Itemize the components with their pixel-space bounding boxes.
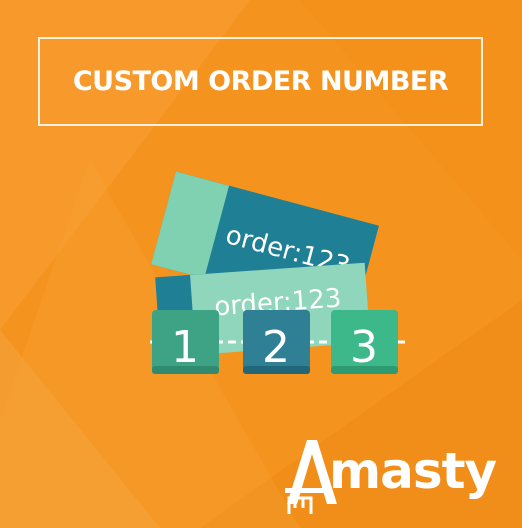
digit-3: 3 bbox=[350, 322, 378, 373]
digit-tile-3: 3 bbox=[331, 310, 398, 374]
digit-2: 2 bbox=[262, 322, 290, 373]
amasty-logo: masty bbox=[281, 436, 511, 516]
product-banner: CUSTOM ORDER NUMBER order:123 order:123 … bbox=[0, 0, 522, 528]
digit-tile-1: 1 bbox=[152, 310, 219, 374]
digit-tile-2: 2 bbox=[243, 310, 310, 374]
brand-name: masty bbox=[329, 442, 497, 500]
digit-1: 1 bbox=[171, 322, 199, 373]
